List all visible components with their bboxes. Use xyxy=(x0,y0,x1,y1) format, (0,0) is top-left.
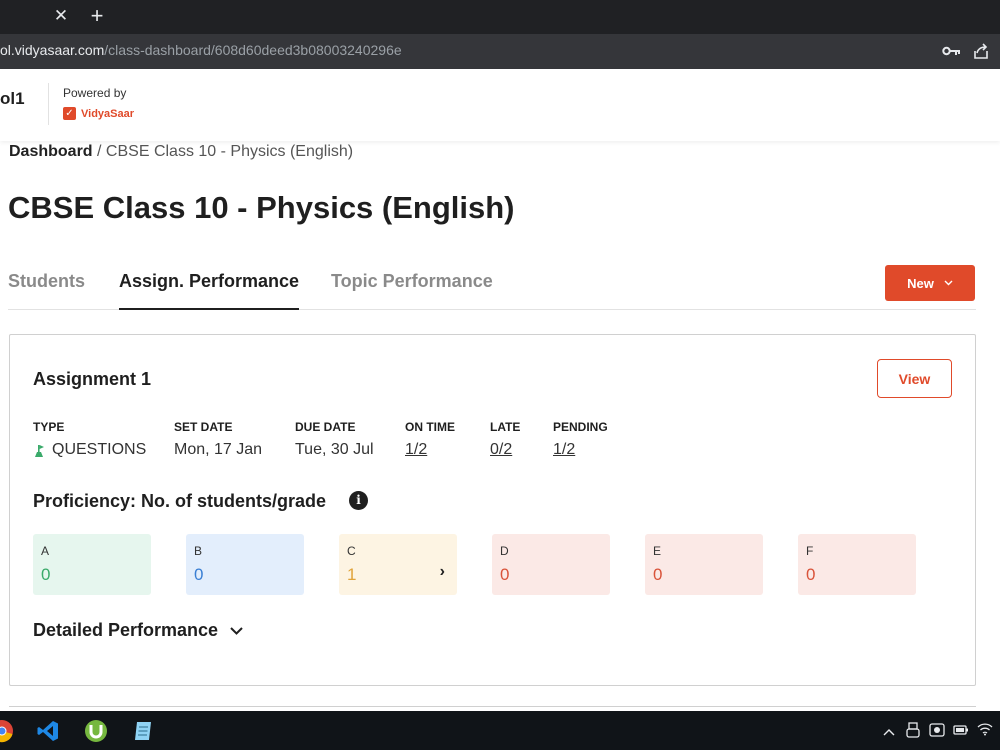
wifi-icon[interactable] xyxy=(976,722,994,740)
assignment-title: Assignment 1 xyxy=(33,369,152,389)
utorrent-icon[interactable] xyxy=(84,719,108,743)
notepad-icon[interactable] xyxy=(132,719,156,743)
type-label: TYPE xyxy=(33,420,65,434)
detailed-performance-toggle[interactable]: Detailed Performance xyxy=(33,620,243,641)
app-header: ol1 Powered by ✓ VidyaSaar xyxy=(0,69,1000,141)
address-bar[interactable]: ol.vidyasaar.com/class-dashboard/608d60d… xyxy=(0,34,1000,69)
set-date-label: SET DATE xyxy=(174,420,233,434)
battery-icon[interactable] xyxy=(952,722,970,740)
new-button[interactable]: New xyxy=(885,265,975,301)
on-time-label: ON TIME xyxy=(405,420,455,434)
tab-topic-performance[interactable]: Topic Performance xyxy=(331,271,493,292)
grade-card-b[interactable]: B 0 xyxy=(186,534,304,595)
tab-assign-performance[interactable]: Assign. Performance xyxy=(119,271,299,292)
grade-letter: E xyxy=(653,544,662,558)
chevron-down-icon xyxy=(944,280,953,286)
chevron-down-icon xyxy=(230,626,243,635)
grade-card-c[interactable]: C 1 › xyxy=(339,534,457,595)
share-icon[interactable] xyxy=(972,42,990,60)
usb-icon[interactable] xyxy=(904,722,922,740)
grade-card-d[interactable]: D 0 xyxy=(492,534,610,595)
info-icon[interactable]: i xyxy=(349,491,368,510)
grade-letter: C xyxy=(347,544,356,558)
view-button[interactable]: View xyxy=(877,359,952,398)
grade-count: 0 xyxy=(500,565,510,584)
breadcrumb-separator: / xyxy=(92,143,106,160)
header-divider xyxy=(48,83,49,125)
detailed-performance-label: Detailed Performance xyxy=(33,620,219,640)
new-tab-icon[interactable]: + xyxy=(87,5,107,27)
active-tab-indicator xyxy=(119,308,299,310)
grade-letter: B xyxy=(194,544,203,558)
due-date-label: DUE DATE xyxy=(295,420,356,434)
url-text[interactable]: ol.vidyasaar.com/class-dashboard/608d60d… xyxy=(0,42,402,58)
brand-name: VidyaSaar xyxy=(81,107,135,120)
type-value: QUESTIONS xyxy=(52,441,147,458)
grade-letter: F xyxy=(806,544,814,558)
grade-card-e[interactable]: E 0 xyxy=(645,534,763,595)
key-icon[interactable] xyxy=(942,44,960,58)
url-path: /class-dashboard/608d60deed3b08003240296… xyxy=(104,42,402,58)
grade-count: 0 xyxy=(41,565,51,584)
grade-count: 1 xyxy=(347,565,357,584)
breadcrumb-dashboard-link[interactable]: Dashboard xyxy=(9,143,93,160)
grade-count: 0 xyxy=(194,565,204,584)
vscode-icon[interactable] xyxy=(36,719,60,743)
brand[interactable]: ✓ VidyaSaar xyxy=(63,107,134,120)
close-tab-icon[interactable]: ✕ xyxy=(52,6,70,26)
vidyasaar-logo-icon: ✓ xyxy=(63,107,76,120)
powered-by-text: Powered by xyxy=(63,86,127,100)
page-title: CBSE Class 10 - Physics (English) xyxy=(8,190,515,225)
grade-count: 0 xyxy=(806,565,816,584)
browser-tab-bar: ✕ + xyxy=(0,0,1000,34)
pending-link[interactable]: 1/2 xyxy=(553,441,575,459)
on-time-link[interactable]: 1/2 xyxy=(405,441,427,459)
breadcrumb-current: CBSE Class 10 - Physics (English) xyxy=(105,143,354,160)
due-date-value: Tue, 30 Jul xyxy=(295,441,374,458)
pending-label: PENDING xyxy=(553,420,608,434)
url-host: ol.vidyasaar.com xyxy=(0,42,105,58)
grade-card-a[interactable]: A 0 xyxy=(33,534,151,595)
grade-count: 0 xyxy=(653,565,663,584)
grade-letter: D xyxy=(500,544,509,558)
set-date-value: Mon, 17 Jan xyxy=(174,441,263,458)
late-link[interactable]: 0/2 xyxy=(490,441,512,459)
chevron-up-icon[interactable] xyxy=(880,722,898,740)
grade-card-f[interactable]: F 0 xyxy=(798,534,916,595)
taskbar xyxy=(0,711,1000,750)
app-tray-icon[interactable] xyxy=(928,722,946,740)
tab-bar: Students Assign. Performance Topic Perfo… xyxy=(8,265,976,310)
assignment-card: Assignment 1 View TYPE QUESTIONS SET DAT… xyxy=(9,334,976,686)
chrome-icon[interactable] xyxy=(0,719,14,743)
chevron-right-icon: › xyxy=(439,563,445,580)
late-label: LATE xyxy=(490,420,521,434)
questions-type-icon xyxy=(35,445,44,457)
school-name: ol1 xyxy=(0,89,25,108)
proficiency-title: Proficiency: No. of students/grade xyxy=(33,491,327,511)
breadcrumb: Dashboard / CBSE Class 10 - Physics (Eng… xyxy=(9,143,353,161)
tab-students[interactable]: Students xyxy=(8,271,85,292)
grade-letter: A xyxy=(41,544,50,558)
new-button-label: New xyxy=(907,275,934,291)
